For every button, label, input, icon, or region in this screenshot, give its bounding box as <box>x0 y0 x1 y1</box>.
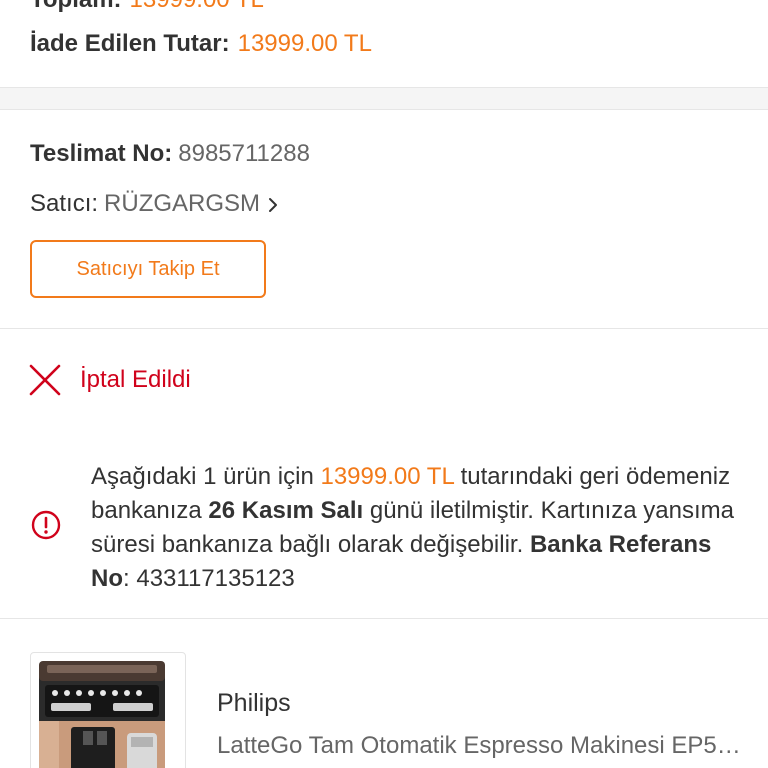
close-icon <box>29 364 61 396</box>
status-text: İptal Edildi <box>80 366 191 393</box>
refund-info-date: 26 Kasım Salı <box>208 497 364 524</box>
product-name: LatteGo Tam Otomatik Espresso Makinesi E… <box>217 732 747 759</box>
section-divider <box>0 88 768 110</box>
order-detail-page: Toplam: 13999.00 TL İade Edilen Tutar: 139… <box>0 0 768 768</box>
espresso-machine-image <box>39 661 165 768</box>
shipment-card: Teslimat No: 8985711288 Satıcı: RÜZGARGSM … <box>0 111 768 329</box>
refund-amount-row: İade Edilen Tutar: 13999.00 TL <box>30 29 372 59</box>
total-value: 13999.00 TL <box>130 0 264 13</box>
product-image <box>30 652 186 768</box>
seller-name: RÜZGARGSM <box>104 190 261 217</box>
total-label: Toplam: <box>30 0 122 13</box>
product-item[interactable]: Philips LatteGo Tam Otomatik Espresso Ma… <box>0 619 768 768</box>
delivery-number-value: 8985711288 <box>178 140 310 167</box>
bank-reference-separator: : <box>123 565 137 592</box>
order-status: İptal Edildi <box>28 362 191 398</box>
follow-seller-button[interactable]: Satıcıyı Takip Et <box>30 240 266 298</box>
seller-label: Satıcı: <box>30 190 99 217</box>
refund-info-part1: Aşağıdaki 1 ürün için <box>91 463 321 490</box>
seller-link[interactable]: Satıcı: RÜZGARGSM <box>30 189 280 219</box>
total-row: Toplam: 13999.00 TL <box>30 0 264 15</box>
refund-amount-label: İade Edilen Tutar: <box>30 30 230 57</box>
delivery-number-row: Teslimat No: 8985711288 <box>30 139 310 169</box>
refund-info-amount: 13999.00 TL <box>320 463 454 490</box>
product-brand: Philips <box>217 689 291 717</box>
refund-info-text: Aşağıdaki 1 ürün için 13999.00 TL tutarı… <box>91 460 741 596</box>
delivery-number-label: Teslimat No: <box>30 140 173 167</box>
order-summary-card: Toplam: 13999.00 TL İade Edilen Tutar: 139… <box>0 0 768 88</box>
bank-reference-value: 433117135123 <box>136 565 295 592</box>
chevron-right-icon <box>269 197 278 212</box>
refund-amount-value: 13999.00 TL <box>237 30 372 57</box>
info-icon <box>31 510 61 540</box>
